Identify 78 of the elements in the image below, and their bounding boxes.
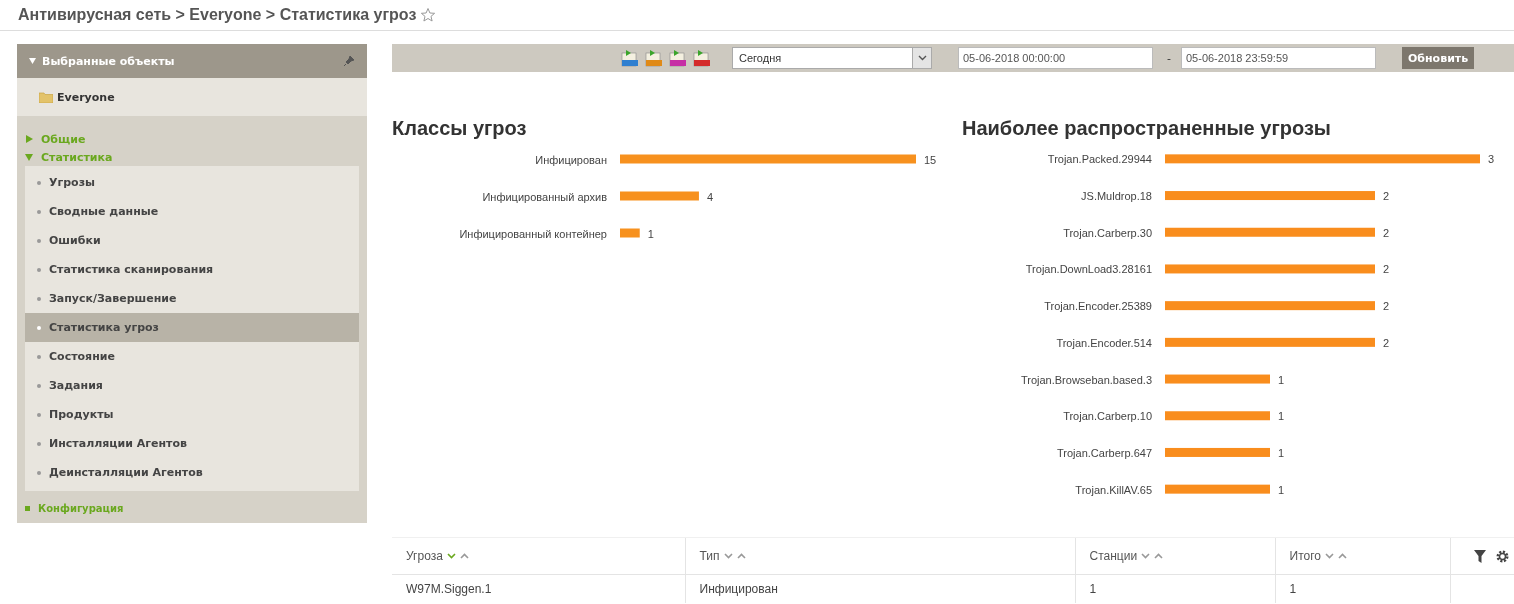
category-label: Trojan.Carberp.647	[1057, 446, 1152, 459]
value-label: 2	[1383, 336, 1390, 349]
category-label: Trojan.DownLoad3.28161	[1025, 263, 1152, 276]
category-label: Инфицированный контейнер	[459, 227, 607, 240]
export-icon[interactable]	[668, 49, 688, 67]
value-label: 1	[1278, 373, 1285, 386]
nav-item[interactable]: Продукты	[25, 400, 359, 429]
nav-item[interactable]: Ошибки	[25, 226, 359, 255]
chart-title: Классы угроз	[392, 117, 528, 141]
export-icon[interactable]	[620, 49, 640, 67]
category-label: JS.Muldrop.18	[1081, 190, 1152, 203]
panel-title: Выбранные объекты	[42, 54, 175, 68]
export-icon[interactable]	[692, 49, 712, 67]
bullet-icon	[25, 505, 30, 511]
nav-item[interactable]: Инсталляции Агентов	[25, 429, 359, 458]
sort-down-icon[interactable]	[1324, 553, 1334, 559]
dropdown-icon	[917, 55, 927, 61]
sort-down-icon[interactable]	[446, 553, 456, 559]
nav-item[interactable]: Задания	[25, 371, 359, 400]
value-label: 1	[647, 227, 654, 240]
category-label: Инфицированный архив	[482, 190, 607, 203]
table-cell: W97M.Siggen.1	[392, 574, 685, 603]
category-label: Trojan.Carberp.10	[1063, 410, 1152, 423]
table-cell: Инфицирован	[685, 574, 1075, 603]
chart-title: Наиболее распространенные угрозы	[962, 117, 1332, 141]
value-label: 3	[1488, 153, 1495, 166]
range-separator: -	[1167, 51, 1171, 65]
value-label: 2	[1383, 190, 1390, 203]
sort-up-icon[interactable]	[459, 553, 469, 559]
nav-item[interactable]: Угрозы	[25, 168, 359, 197]
category-label: Trojan.Encoder.514	[1056, 336, 1152, 349]
sort-down-icon[interactable]	[723, 553, 733, 559]
nav-item[interactable]: Статистика сканирования	[25, 255, 359, 284]
category-label: Trojan.Browseban.based.3	[1020, 373, 1152, 386]
folder-icon	[39, 91, 53, 103]
collapsed-icon	[25, 135, 33, 143]
column-header[interactable]: Станции	[1075, 537, 1275, 575]
tree-item[interactable]: Everyone	[17, 78, 367, 116]
value-label: 1	[1278, 446, 1285, 459]
category-label: Инфицирован	[535, 153, 607, 166]
date-to-field[interactable]: 05-06-2018 23:59:59	[1181, 47, 1376, 69]
column-header[interactable]: Итого	[1275, 537, 1450, 575]
value-label: 2	[1383, 300, 1390, 313]
sort-down-icon[interactable]	[1141, 553, 1151, 559]
settings-icon[interactable]	[1496, 549, 1509, 563]
category-label: Trojan.KillAV.65	[1075, 483, 1152, 496]
collapse-icon[interactable]	[29, 58, 36, 65]
value-label: 4	[706, 190, 714, 203]
bar	[620, 228, 640, 238]
table-cell: 1	[1275, 574, 1450, 603]
sort-up-icon[interactable]	[1337, 553, 1347, 559]
export-icon[interactable]	[644, 49, 664, 67]
table-cell: 1	[1075, 574, 1275, 603]
refresh-button[interactable]: Обновить	[1402, 47, 1475, 69]
category-label: Trojan.Encoder.25389	[1044, 300, 1152, 313]
filter-icon[interactable]	[1474, 549, 1486, 563]
value-label: 15	[924, 153, 937, 166]
sort-up-icon[interactable]	[1154, 553, 1164, 559]
value-label: 1	[1278, 410, 1285, 423]
expanded-icon	[25, 153, 33, 161]
breadcrumb: Антивирусная сеть > Everyone > Статистика угроз	[18, 6, 417, 24]
value-label: 2	[1383, 226, 1390, 239]
category-label: Trojan.Packed.29944	[1047, 153, 1152, 166]
column-header[interactable]: Угроза	[392, 537, 685, 575]
date-from-field[interactable]: 05-06-2018 00:00:00	[958, 47, 1153, 69]
star-icon[interactable]	[420, 7, 437, 23]
nav-item[interactable]: Запуск/Завершение	[25, 284, 359, 313]
pin-icon[interactable]	[343, 55, 355, 68]
nav-item[interactable]: Сводные данные	[25, 197, 359, 226]
nav-item[interactable]: Состояние	[25, 342, 359, 371]
period-dropdown[interactable]: Сегодня	[732, 47, 932, 69]
nav-item[interactable]: Деинсталляции Агентов	[25, 458, 359, 487]
sort-up-icon[interactable]	[736, 553, 746, 559]
value-label: 2	[1383, 263, 1390, 276]
category-label: Trojan.Carberp.30	[1063, 226, 1152, 239]
column-header[interactable]: Тип	[685, 537, 1075, 575]
nav-item[interactable]: Статистика угроз	[25, 313, 359, 342]
value-label: 1	[1278, 483, 1285, 496]
